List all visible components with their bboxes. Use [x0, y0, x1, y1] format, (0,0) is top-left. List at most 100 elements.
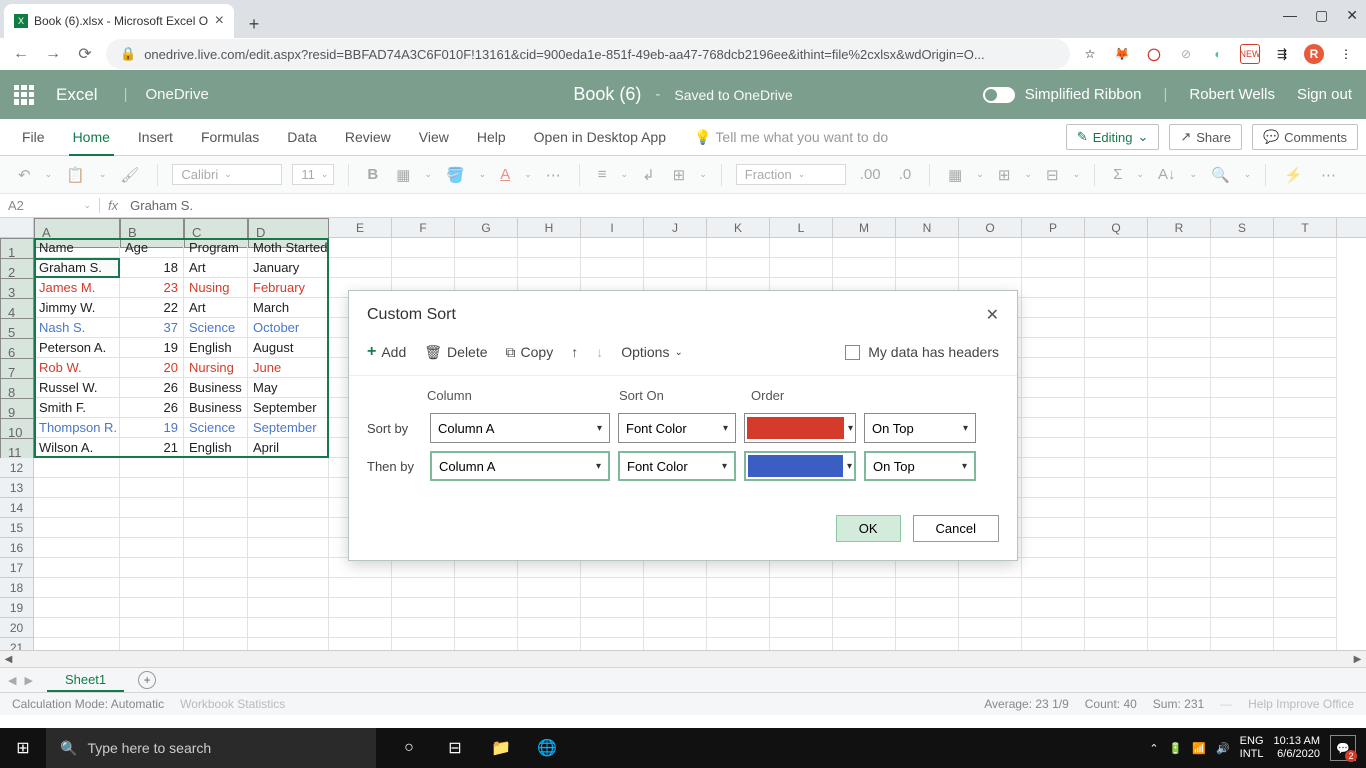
ext1-icon[interactable]: 🦊	[1112, 44, 1132, 64]
col-header[interactable]: N	[896, 218, 959, 237]
tab-insert[interactable]: Insert	[124, 119, 187, 155]
font-size-select[interactable]: 11⌄	[292, 164, 334, 185]
lang-indicator[interactable]: ENGINTL	[1240, 735, 1264, 761]
help-improve[interactable]: Help Improve Office	[1248, 697, 1354, 711]
more-icon[interactable]: ⋯	[542, 166, 565, 184]
paste-icon[interactable]: 📋	[62, 166, 89, 184]
reload-button[interactable]: ⟳	[74, 43, 96, 65]
order-select-1[interactable]: On Top▾	[864, 413, 976, 443]
cond-format-icon[interactable]: ▦	[944, 166, 966, 184]
dec-decimal-icon[interactable]: .0	[895, 166, 916, 183]
select-all-corner[interactable]	[0, 218, 34, 237]
tab-help[interactable]: Help	[463, 119, 520, 155]
tab-review[interactable]: Review	[331, 119, 405, 155]
col-header[interactable]: F	[392, 218, 455, 237]
forward-button[interactable]: →	[42, 43, 64, 65]
sheet-tab[interactable]: Sheet1	[47, 669, 124, 692]
merge-icon[interactable]: ⊞	[669, 166, 690, 184]
col-header[interactable]: S	[1211, 218, 1274, 237]
delete-cells-icon[interactable]: ⊟	[1042, 166, 1063, 184]
ext-new-icon[interactable]: NEW	[1240, 44, 1260, 64]
col-header[interactable]: T	[1274, 218, 1337, 237]
notifications-icon[interactable]: 💬2	[1330, 735, 1356, 761]
headers-checkbox[interactable]	[845, 345, 860, 360]
col-header[interactable]: Q	[1085, 218, 1148, 237]
profile-icon[interactable]: R	[1304, 44, 1324, 64]
sorton-select-1[interactable]: Font Color▾	[618, 413, 736, 443]
simplified-ribbon-toggle[interactable]	[983, 87, 1015, 103]
back-button[interactable]: ←	[10, 43, 32, 65]
wrap-icon[interactable]: ↲	[638, 166, 659, 184]
window-maximize-icon[interactable]: ▢	[1315, 7, 1328, 24]
comments-button[interactable]: 💬 Comments	[1252, 124, 1358, 150]
reading-list-icon[interactable]: ⇶	[1272, 44, 1292, 64]
taskbar-search[interactable]: 🔍 Type here to search	[46, 728, 376, 768]
wifi-icon[interactable]: 📶	[1192, 742, 1206, 755]
chrome-icon[interactable]: 🌐	[524, 728, 570, 768]
tellme-button[interactable]: 💡 Tell me what you want to do	[680, 119, 902, 155]
sorton-select-2[interactable]: Font Color▾	[618, 451, 736, 481]
number-format-select[interactable]: Fraction⌄	[736, 164, 846, 185]
close-tab-icon[interactable]: ×	[215, 12, 224, 30]
tab-data[interactable]: Data	[273, 119, 331, 155]
start-button[interactable]: ⊞	[0, 728, 46, 768]
clock[interactable]: 10:13 AM6/6/2020	[1274, 735, 1320, 761]
column-select-2[interactable]: Column A▾	[430, 451, 610, 481]
signout-link[interactable]: Sign out	[1297, 86, 1352, 103]
format-painter-icon[interactable]: 🖌	[116, 166, 143, 184]
order-select-2[interactable]: On Top▾	[864, 451, 976, 481]
inc-decimal-icon[interactable]: .00	[856, 166, 885, 183]
col-header[interactable]: K	[707, 218, 770, 237]
col-header[interactable]: E	[329, 218, 392, 237]
share-button[interactable]: ↗ Share	[1169, 124, 1242, 150]
borders-icon[interactable]: ▦	[392, 166, 414, 184]
col-header[interactable]: H	[518, 218, 581, 237]
font-select[interactable]: Calibri⌄	[172, 164, 282, 185]
find-icon[interactable]: 🔍	[1207, 166, 1234, 184]
new-tab-button[interactable]: +	[240, 10, 268, 38]
scroll-right-icon[interactable]: ▶	[1349, 654, 1366, 665]
delete-level-button[interactable]: 🗑Delete	[424, 344, 487, 361]
col-header[interactable]: M	[833, 218, 896, 237]
col-header[interactable]: R	[1148, 218, 1211, 237]
fill-color-icon[interactable]: 🪣	[442, 166, 469, 184]
open-desktop-button[interactable]: Open in Desktop App	[520, 119, 680, 155]
scroll-left-icon[interactable]: ◀	[0, 654, 17, 665]
sort-filter-icon[interactable]: A↓	[1154, 166, 1180, 183]
align-icon[interactable]: ≡	[594, 166, 611, 183]
tab-view[interactable]: View	[405, 119, 463, 155]
column-select-1[interactable]: Column A▾	[430, 413, 610, 443]
app-launcher-icon[interactable]	[14, 85, 34, 105]
ideas-icon[interactable]: ⚡	[1280, 166, 1307, 184]
move-up-button[interactable]: ↑	[571, 344, 578, 360]
bold-icon[interactable]: B	[363, 166, 382, 183]
font-color-icon[interactable]: A	[496, 166, 514, 183]
color-select-2[interactable]: ▾	[744, 451, 856, 481]
battery-icon[interactable]: 🔋	[1169, 742, 1183, 755]
insert-cells-icon[interactable]: ⊞	[994, 166, 1015, 184]
autosum-icon[interactable]: Σ	[1109, 166, 1126, 183]
explorer-icon[interactable]: 📁	[478, 728, 524, 768]
window-minimize-icon[interactable]: —	[1283, 7, 1297, 23]
browser-tab[interactable]: X Book (6).xlsx - Microsoft Excel O ×	[4, 4, 234, 38]
fx-icon[interactable]: fx	[100, 198, 126, 213]
undo-icon[interactable]: ↶	[14, 166, 35, 184]
add-level-button[interactable]: +Add	[367, 343, 406, 361]
formula-value[interactable]: Graham S.	[126, 198, 197, 213]
color-select-1[interactable]: ▾	[744, 413, 856, 443]
tray-up-icon[interactable]: ⌃	[1149, 742, 1158, 755]
col-header[interactable]: L	[770, 218, 833, 237]
user-name[interactable]: Robert Wells	[1189, 86, 1275, 103]
tab-home[interactable]: Home	[59, 119, 124, 155]
window-close-icon[interactable]: ✕	[1346, 7, 1358, 24]
menu-icon[interactable]: ⋮	[1336, 44, 1356, 64]
col-header[interactable]: J	[644, 218, 707, 237]
dialog-close-icon[interactable]: ✕	[986, 305, 999, 325]
move-down-button[interactable]: ↓	[596, 344, 603, 360]
hscroll[interactable]: ◀ ▶	[0, 650, 1366, 667]
tab-formulas[interactable]: Formulas	[187, 119, 273, 155]
ext4-icon[interactable]: ◐	[1208, 44, 1228, 64]
tab-file[interactable]: File	[8, 119, 59, 155]
taskview-icon[interactable]: ⊟	[432, 728, 478, 768]
editing-mode-button[interactable]: ✎ Editing ⌄	[1066, 124, 1160, 150]
